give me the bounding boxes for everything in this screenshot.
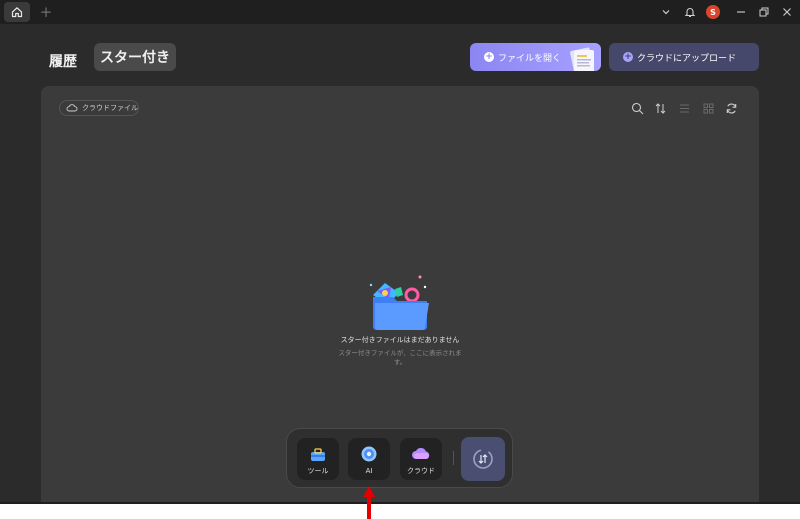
close-icon[interactable] (780, 3, 794, 21)
open-file-button[interactable]: + ファイルを開く (470, 43, 601, 71)
ai-icon (361, 446, 377, 462)
home-tab[interactable] (4, 2, 30, 22)
bell-icon[interactable] (683, 3, 697, 21)
toolbox-icon (311, 448, 325, 461)
search-icon[interactable] (630, 101, 644, 115)
tools-label: ツール (307, 467, 329, 475)
empty-folder-illustration (369, 275, 429, 330)
empty-state-title: スター付きファイルはまだありません (340, 336, 460, 344)
ai-label: AI (365, 467, 373, 475)
plus-circle-icon: + (484, 52, 494, 62)
ai-button[interactable]: AI (348, 438, 390, 480)
cloud-files-label: クラウドファイル (82, 104, 138, 112)
bottom-strip (0, 502, 800, 519)
documents-illustration-icon (570, 47, 594, 71)
upload-to-cloud-button[interactable]: + クラウドにアップロード (609, 43, 759, 71)
bottom-divider (0, 502, 800, 504)
home-icon (11, 7, 23, 18)
cloud-files-chip[interactable]: クラウドファイル (59, 100, 139, 116)
tab-starred[interactable]: スター付き (94, 43, 176, 71)
cloud-icon (412, 448, 430, 459)
title-bar: + S (0, 0, 800, 24)
plus-circle-icon: + (623, 52, 633, 62)
list-view-icon[interactable] (677, 101, 691, 115)
tab-history[interactable]: 履歴 (49, 51, 77, 70)
switch-mode-button[interactable] (461, 437, 505, 481)
restore-icon[interactable] (757, 3, 771, 21)
cloud-button[interactable]: クラウド (400, 438, 442, 480)
cloud-icon (66, 104, 78, 112)
refresh-icon[interactable] (724, 101, 738, 115)
chevron-down-icon[interactable] (660, 3, 672, 21)
red-arrow-annotation-icon (363, 486, 375, 519)
tools-button[interactable]: ツール (297, 438, 339, 480)
cloud-label: クラウド (407, 467, 435, 475)
minimize-icon[interactable] (734, 3, 748, 21)
upload-to-cloud-label: クラウドにアップロード (637, 53, 737, 64)
bottom-dock: ツール AI クラウド (286, 428, 513, 488)
avatar[interactable]: S (706, 5, 720, 19)
sort-icon[interactable] (653, 101, 667, 115)
dock-separator (453, 451, 454, 465)
empty-state-subtitle: スター付きファイルが、ここに表示されます。 (338, 349, 462, 366)
grid-view-icon[interactable] (701, 101, 715, 115)
swap-circle-icon (473, 449, 493, 469)
new-tab-button[interactable]: + (38, 2, 54, 22)
open-file-label: ファイルを開く (498, 53, 562, 64)
